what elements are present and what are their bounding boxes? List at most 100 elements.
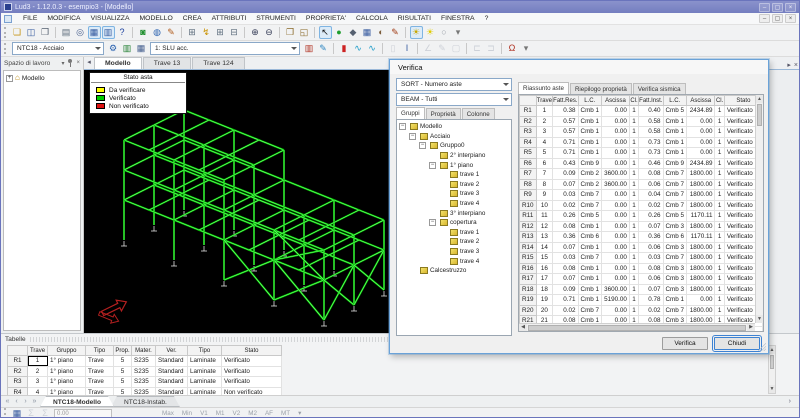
render-icon[interactable]: ◐	[375, 26, 388, 39]
mdi-minimize-button[interactable]: –	[759, 14, 770, 23]
structure-icon[interactable]: ◆	[347, 26, 360, 39]
tolerance-input[interactable]: 0.00	[54, 409, 112, 418]
codebook-icon[interactable]: ▥	[121, 42, 134, 55]
table-row[interactable]: R330.57Cmb 10.0010.58Cmb 10.001Verificat…	[520, 127, 763, 138]
verify-settings-icon[interactable]: ⚙	[107, 42, 120, 55]
mdi-close-button[interactable]: ×	[785, 14, 796, 23]
status-af-button[interactable]: AF	[261, 410, 277, 417]
status-m2-button[interactable]: M2	[244, 410, 261, 417]
column-header[interactable]: Prop.	[114, 346, 132, 356]
diagram-wave2-icon[interactable]: ∿	[366, 42, 379, 55]
table-row[interactable]: R10100.02Cmb 70.0010.02Cmb 71800.001Veri…	[520, 200, 763, 211]
close-view-button[interactable]: ×	[794, 62, 798, 69]
pointer-icon[interactable]: ↖	[319, 26, 332, 39]
view-tab-trave-124[interactable]: Trave 124	[192, 57, 244, 69]
view-sheet-icon[interactable]: ▥	[102, 26, 115, 39]
tree-item-trave-4[interactable]: trave 4	[397, 199, 511, 209]
column-header[interactable]: L.C.	[663, 96, 687, 106]
view-grid-icon[interactable]: ▦	[88, 26, 101, 39]
close-icon[interactable]: ×	[76, 60, 80, 66]
column-header[interactable]: L.C.	[578, 96, 602, 106]
tree-item-trave-1[interactable]: trave 1	[397, 228, 511, 238]
status-m1-button[interactable]: M1	[212, 410, 229, 417]
row-header[interactable]: R12	[520, 221, 537, 232]
tree-item-3-interpiano[interactable]: 3° interpiano	[397, 208, 511, 218]
context-help-icon[interactable]: ?	[116, 26, 129, 39]
print-icon[interactable]: ▤	[60, 26, 73, 39]
diagram-wave-icon[interactable]: ∿	[352, 42, 365, 55]
tree-toggle[interactable]: −	[429, 162, 436, 169]
column-header[interactable]	[520, 96, 537, 106]
tab-colonne[interactable]: Colonne	[462, 108, 495, 119]
table-row[interactable]: R110.38Cmb 10.0010.40Cmb 52434.891Verifi…	[520, 106, 763, 117]
panel-vscrollbar[interactable]: ▲ ▼	[768, 345, 776, 394]
load-case-icon[interactable]: ▮	[338, 42, 351, 55]
tree-item-calcestruzzo[interactable]: Calcestruzzo	[397, 266, 511, 276]
row-header[interactable]: R9	[520, 190, 537, 201]
scroll-tabs-button[interactable]: ▸	[787, 61, 791, 69]
row-header[interactable]: R16	[520, 263, 537, 274]
omega-icon[interactable]: Ω	[506, 42, 519, 55]
row-header[interactable]: R3	[8, 377, 28, 388]
tree-item-trave-4[interactable]: trave 4	[397, 256, 511, 266]
measure-angle-icon[interactable]: ∠	[422, 42, 435, 55]
column-header[interactable]: Cl.	[629, 96, 638, 106]
sketch-pencil-icon[interactable]: ✎	[436, 42, 449, 55]
column-header[interactable]: Tipo	[188, 346, 222, 356]
overflow-icon[interactable]: ▾	[452, 26, 465, 39]
steel-profile-icon[interactable]: I	[401, 42, 414, 55]
column-header[interactable]	[8, 346, 28, 356]
bulb-on-icon[interactable]: ☀	[410, 26, 423, 39]
menu-strumenti[interactable]: STRUMENTI	[251, 13, 301, 24]
next-sheet-button[interactable]: ›	[21, 398, 30, 405]
column-header[interactable]: Mater.	[132, 346, 156, 356]
tree-item-acciaio[interactable]: −Acciaio	[397, 132, 511, 142]
collapse-panel-button[interactable]: ◂	[84, 57, 94, 69]
menu-file[interactable]: FILE	[18, 13, 42, 24]
paste-format-icon[interactable]: ⊐	[485, 42, 498, 55]
copy-icon[interactable]: ❐	[39, 26, 52, 39]
row-header[interactable]: R17	[520, 274, 537, 285]
table-row[interactable]: R19190.71Cmb 15190.0010.78Cmb 10.001Veri…	[520, 295, 763, 306]
mesh-icon[interactable]: ⊞	[186, 26, 199, 39]
annotate-icon[interactable]: ✎	[389, 26, 402, 39]
status-max-button[interactable]: Max	[158, 410, 178, 417]
toolbar-grip2[interactable]	[4, 43, 7, 54]
scroll-up-icon[interactable]: ▲	[756, 95, 763, 103]
table-row[interactable]: R12120.08Cmb 10.0010.07Cmb 31800.001Veri…	[520, 221, 763, 232]
row-header[interactable]: R10	[520, 200, 537, 211]
row-header[interactable]: R11	[520, 211, 537, 222]
table-row[interactable]: R880.07Cmb 23600.0010.06Cmb 71800.001Ver…	[520, 179, 763, 190]
zoom-out-icon[interactable]: ⊖	[263, 26, 276, 39]
row-header[interactable]: R1	[8, 356, 28, 367]
column-header[interactable]: Stato	[222, 346, 282, 356]
copy-format-icon[interactable]: ⊏	[471, 42, 484, 55]
status-v1-button[interactable]: V1	[196, 410, 212, 417]
bulb-off-icon[interactable]: ○	[438, 26, 451, 39]
scroll-thumb[interactable]	[770, 355, 774, 369]
column-header[interactable]: Ascissa	[687, 96, 715, 106]
load-case-combo[interactable]: 1: SLU acc.	[150, 42, 300, 55]
row-header[interactable]: R18	[520, 284, 537, 295]
open-icon[interactable]: ❏	[11, 26, 24, 39]
status-min-button[interactable]: Min	[178, 410, 196, 417]
table-row[interactable]: R111° pianoTrave5S235StandardLaminateVer…	[8, 356, 282, 367]
tree-item-2-interpiano[interactable]: 2° interpiano	[397, 151, 511, 161]
tree-toggle[interactable]: −	[419, 142, 426, 149]
menu-[interactable]: ?	[480, 13, 494, 24]
filter-combo[interactable]: BEAM - Tutti	[396, 93, 512, 106]
row-header[interactable]: R8	[520, 179, 537, 190]
column-header[interactable]: Ascissa	[602, 96, 630, 106]
section-box-icon[interactable]: ▯	[387, 42, 400, 55]
scroll-down-icon[interactable]: ▼	[756, 315, 763, 323]
row-header[interactable]: R20	[520, 305, 537, 316]
last-sheet-button[interactable]: »	[30, 398, 39, 405]
row-header[interactable]: R13	[520, 232, 537, 243]
table-icon[interactable]: ▦	[361, 26, 374, 39]
save-icon[interactable]: ◫	[25, 26, 38, 39]
sum-max-icon[interactable]: Σ	[25, 407, 38, 418]
results-vscrollbar[interactable]: ▲ ▼	[755, 95, 763, 323]
grid-minus-icon[interactable]: ⊟	[228, 26, 241, 39]
row-header[interactable]: R2	[8, 366, 28, 377]
table-setup-icon[interactable]: ▦	[135, 42, 148, 55]
